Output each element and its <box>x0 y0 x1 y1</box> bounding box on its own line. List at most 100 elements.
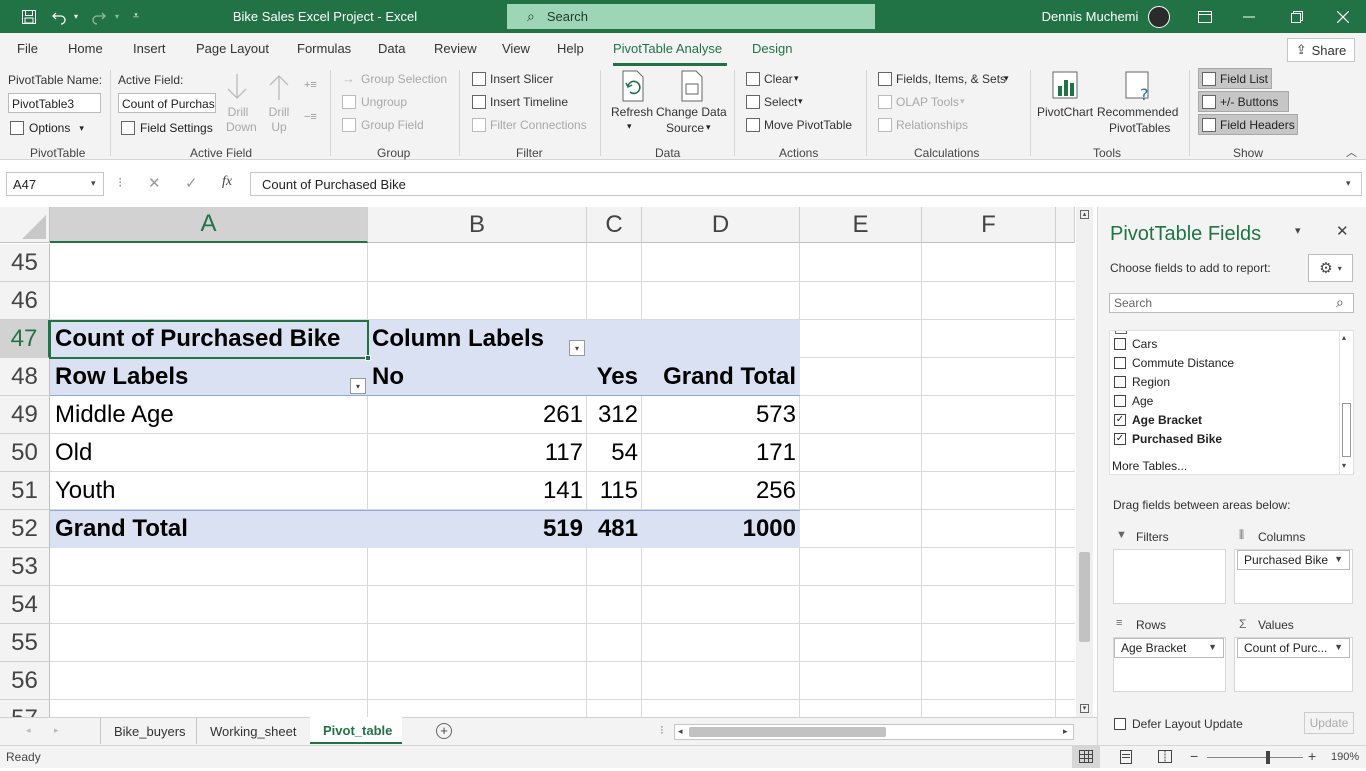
pivot-grand-total-no[interactable]: 519 <box>368 510 587 548</box>
field-cars[interactable]: Cars <box>1132 337 1157 351</box>
close-window-icon[interactable] <box>1330 0 1356 33</box>
horizontal-scrollbar[interactable]: ◂ ▸ <box>674 724 1074 740</box>
row-header[interactable]: 53 <box>0 548 50 586</box>
row-labels-filter-icon[interactable]: ▾ <box>350 378 366 394</box>
row-header[interactable]: 51 <box>0 472 50 510</box>
refresh-button[interactable]: Refresh <box>611 105 653 119</box>
row-header[interactable]: 45 <box>0 244 50 282</box>
share-button[interactable]: ⇪ Share <box>1287 38 1355 62</box>
row-header[interactable]: 48 <box>0 358 50 396</box>
pivotchart-button[interactable]: PivotChart <box>1037 105 1093 119</box>
column-header-a[interactable]: A <box>50 207 368 243</box>
page-layout-view-button[interactable] <box>1112 746 1140 768</box>
field-purchased-bike[interactable]: Purchased Bike <box>1132 432 1222 446</box>
tab-formulas[interactable]: Formulas <box>297 41 351 56</box>
select-all-corner[interactable] <box>0 207 50 243</box>
pivot-header-grand-total[interactable]: Grand Total <box>642 358 800 396</box>
scroll-down-icon[interactable]: ▾ <box>1080 704 1089 713</box>
vertical-scroll-thumb[interactable] <box>1079 552 1090 642</box>
avatar[interactable] <box>1147 0 1171 33</box>
field-region[interactable]: Region <box>1132 375 1170 389</box>
values-field-pill[interactable]: Count of Purc... ▼ <box>1237 638 1350 658</box>
tab-view[interactable]: View <box>502 41 530 56</box>
tab-file[interactable]: File <box>17 41 38 56</box>
scroll-up-icon[interactable]: ▴ <box>1342 333 1346 342</box>
row-header[interactable]: 49 <box>0 396 50 434</box>
formula-input[interactable]: Count of Purchased Bike <box>250 172 1362 196</box>
pivot-header-no[interactable]: No <box>368 358 587 396</box>
tab-help[interactable]: Help <box>557 41 584 56</box>
tab-data[interactable]: Data <box>378 41 405 56</box>
row-header[interactable]: 55 <box>0 624 50 662</box>
column-header-f[interactable]: F <box>922 207 1056 243</box>
pivot-grand-total-yes[interactable]: 481 <box>587 510 642 548</box>
columns-field-pill[interactable]: Purchased Bike ▼ <box>1237 550 1350 570</box>
next-sheet-icon[interactable]: ▸ <box>54 725 59 736</box>
pivot-column-labels-cell[interactable]: Column Labels <box>368 320 587 358</box>
pivot-cell-no[interactable]: 141 <box>368 472 587 510</box>
filters-area[interactable] <box>1113 549 1226 604</box>
sheet-tab-working-sheet[interactable]: Working_sheet <box>210 724 296 739</box>
ribbon-display-options-icon[interactable] <box>1192 0 1218 33</box>
checkbox-purchased-bike-checked[interactable]: ✓ <box>1114 433 1126 445</box>
insert-timeline-button[interactable]: Insert Timeline <box>490 95 568 109</box>
pivottable-name-input[interactable]: PivotTable3 <box>8 93 101 113</box>
row-header[interactable]: 50 <box>0 434 50 472</box>
normal-view-button[interactable] <box>1072 746 1100 768</box>
pivot-cell-yes[interactable]: 312 <box>587 396 642 434</box>
user-name[interactable]: Dennis Muchemi <box>1040 0 1140 33</box>
tab-review[interactable]: Review <box>434 41 477 56</box>
zoom-level[interactable]: 190% <box>1331 751 1359 763</box>
scroll-left-icon[interactable]: ◂ <box>678 726 683 737</box>
checkbox-cars[interactable] <box>1114 338 1126 350</box>
undo-icon[interactable] <box>48 0 70 33</box>
tab-home[interactable]: Home <box>68 41 103 56</box>
tools-settings-button[interactable]: ⚙ ▾ <box>1308 254 1353 282</box>
pivot-cell-yes[interactable]: 54 <box>587 434 642 472</box>
pane-options-icon[interactable]: ▾ <box>1295 224 1301 237</box>
column-header-d[interactable]: D <box>642 207 800 243</box>
checkbox-region[interactable] <box>1114 376 1126 388</box>
pivot-cell-total[interactable]: 256 <box>642 472 800 510</box>
collapse-ribbon-icon[interactable]: ︿ <box>1346 144 1357 160</box>
plus-minus-buttons-button[interactable]: +/- Buttons <box>1198 91 1289 112</box>
tab-page-layout[interactable]: Page Layout <box>196 41 269 56</box>
search-box[interactable]: ⌕ Search <box>507 4 875 29</box>
pivot-cell-no[interactable]: 117 <box>368 434 587 472</box>
sheet-tab-bike-buyers[interactable]: Bike_buyers <box>114 724 186 739</box>
pivot-row-labels-cell[interactable]: Row Labels <box>51 358 367 396</box>
row-header[interactable]: 57 <box>0 700 50 717</box>
field-settings-button[interactable]: Field Settings <box>121 119 213 137</box>
pivot-cell-total[interactable]: 171 <box>642 434 800 472</box>
sheet-tab-pivot-table[interactable]: Pivot_table <box>310 717 402 744</box>
zoom-slider-track[interactable] <box>1207 757 1303 758</box>
more-tables-link[interactable]: More Tables... <box>1112 459 1187 473</box>
pivot-row-label[interactable]: Youth <box>51 472 367 510</box>
row-header[interactable]: 56 <box>0 662 50 700</box>
expand-formula-bar-icon[interactable]: ▾ <box>1346 178 1351 189</box>
chevron-down-icon[interactable]: ▾ <box>91 178 96 189</box>
pivot-row-label[interactable]: Old <box>51 434 367 472</box>
row-header[interactable]: 46 <box>0 282 50 320</box>
pivot-grand-total-label[interactable]: Grand Total <box>51 510 367 548</box>
field-list-scroll-thumb[interactable] <box>1342 403 1351 457</box>
insert-slicer-button[interactable]: Insert Slicer <box>490 72 553 86</box>
column-header-b[interactable]: B <box>368 207 587 243</box>
row-header[interactable]: 52 <box>0 510 50 548</box>
checkbox-commute-distance[interactable] <box>1114 357 1126 369</box>
vertical-scrollbar[interactable]: ▴ ▾ <box>1076 207 1093 717</box>
restore-icon[interactable] <box>1284 0 1310 33</box>
defer-layout-checkbox[interactable] <box>1114 718 1126 730</box>
row-header-active[interactable]: 47 <box>0 320 50 358</box>
prev-sheet-icon[interactable]: ◂ <box>26 725 31 736</box>
field-list-scrollbar[interactable]: ▴ ▾ <box>1339 331 1353 474</box>
fields-search-input[interactable]: Search <box>1109 293 1354 313</box>
scroll-down-icon[interactable]: ▾ <box>1342 461 1346 470</box>
scroll-right-icon[interactable]: ▸ <box>1063 726 1068 737</box>
move-pivottable-button[interactable]: Move PivotTable <box>764 118 852 132</box>
name-box[interactable]: A47 <box>6 172 104 196</box>
field-commute-distance[interactable]: Commute Distance <box>1132 356 1234 370</box>
change-data-source-button[interactable]: Change Data <box>656 105 727 119</box>
undo-dropdown-icon[interactable]: ▾ <box>71 0 81 33</box>
column-header-e[interactable]: E <box>800 207 922 243</box>
